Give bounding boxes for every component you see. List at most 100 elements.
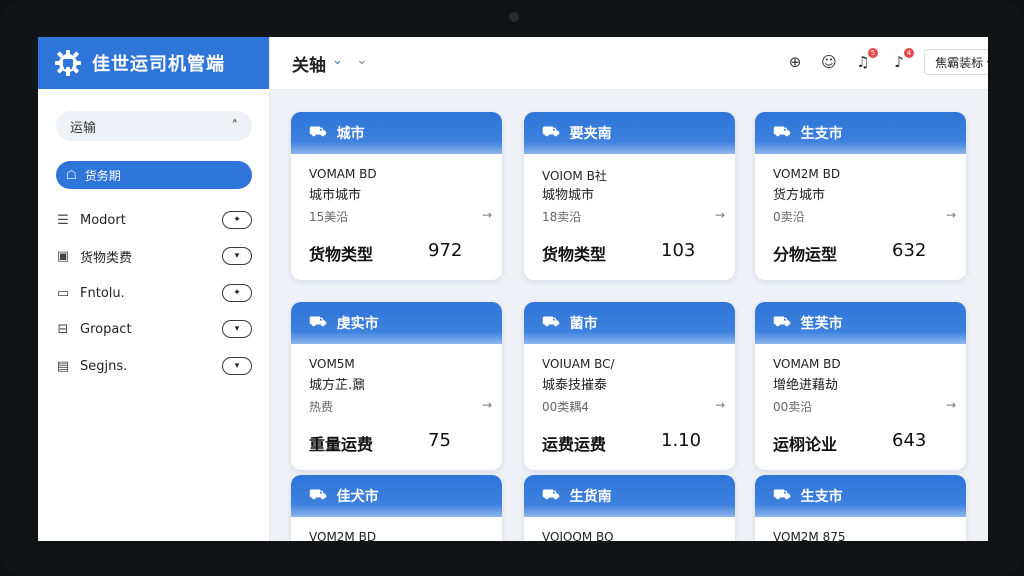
sidebar-toggle[interactable]: ✦ xyxy=(222,211,252,229)
card-detail: 18卖沿 xyxy=(542,210,582,224)
card-route: 城市城市 xyxy=(309,188,362,203)
truck-icon: ⛟ xyxy=(542,124,560,140)
card-metric-label: 货物类型 xyxy=(309,245,374,264)
card-code: VOM2M BD xyxy=(773,167,841,181)
card-detail: 热费 xyxy=(309,400,334,414)
card-title: 要夹南 xyxy=(569,126,612,142)
list-icon: ☰ xyxy=(57,212,69,228)
calendar-icon: ▤ xyxy=(56,358,70,374)
card-title: 生支市 xyxy=(800,489,843,505)
card-header: ⛟ 生支市 xyxy=(755,475,966,517)
shipment-card[interactable]: ⛟生支市VOM2M 875佐市城市 xyxy=(755,475,966,541)
shipment-card[interactable]: ⛟ 虔实市 VOM5M 城方芷.鼐 热费 → 重量运费 75 xyxy=(291,302,502,470)
card-detail: 00类耦4 xyxy=(542,400,589,414)
app-screen: 佳世运司机管端 运输 ˄ ☖ 货务期 ☰ Modort ✦ ▣ 货物类费 ▾ ▭… xyxy=(38,37,988,541)
card-code: VOMAM BD xyxy=(773,357,841,371)
sidebar-toggle[interactable]: ▾ xyxy=(222,357,252,375)
sidebar-item-fntolu[interactable]: ▭ Fntolu. ✦ xyxy=(54,280,252,306)
card-header: ⛟ 佳犬市 xyxy=(291,475,502,517)
sidebar-item-segjns[interactable]: ▤ Segjns. ▾ xyxy=(54,353,252,379)
arrow-right-icon[interactable]: → xyxy=(946,208,956,222)
sidebar-item-gropact[interactable]: ⊟ Gropact ▾ xyxy=(54,316,252,342)
sidebar-toggle[interactable]: ✦ xyxy=(222,284,252,302)
truck-icon: ⛟ xyxy=(309,124,327,140)
sidebar-toggle[interactable]: ▾ xyxy=(222,320,252,338)
card-title: 生支市 xyxy=(800,126,843,142)
shipment-card[interactable]: ⛟ 要夹南 VOIOM B社 城物城市 18卖沿 → 货物类型 103 xyxy=(524,112,735,280)
card-metric-label: 分物运型 xyxy=(773,245,838,264)
top-header: 关轴 ⌄ ⌄ ⊕ ☺ ♫ 5 ♪ 4 焦霸装标 ▾ xyxy=(270,37,988,90)
truck-icon: ⛟ xyxy=(773,487,791,503)
shipment-card[interactable]: ⛟佳犬市VOM2M BD佐市城市 xyxy=(291,475,502,541)
sidebar-item-label: 货物类费 xyxy=(80,250,133,266)
card-metric-value: 1.10 xyxy=(661,430,702,451)
app-title: 佳世运司机管端 xyxy=(92,54,225,75)
brand-bar: 佳世运司机管端 xyxy=(38,37,269,89)
card-metric-label: 重量运费 xyxy=(309,435,374,454)
sidebar-item-label: Segjns. xyxy=(80,358,128,374)
card-route: 城物城市 xyxy=(542,188,595,203)
sidebar-item-label: Fntolu. xyxy=(80,285,125,301)
user-menu-button[interactable]: 焦霸装标 ▾ xyxy=(924,49,988,75)
truck-icon: ⛟ xyxy=(773,124,791,140)
card-code: VOIOM B社 xyxy=(542,169,607,183)
chevron-down-icon[interactable]: ⌄ xyxy=(332,53,343,68)
card-title: 虔实市 xyxy=(336,316,379,332)
notification-icon[interactable]: ♫ 5 xyxy=(854,48,878,71)
sidebar-item-goods[interactable]: ▣ 货物类费 ▾ xyxy=(54,243,252,269)
card-title: 生货南 xyxy=(569,489,612,505)
chevron-down-icon[interactable]: ⌄ xyxy=(356,52,368,68)
card-title: 菌市 xyxy=(569,316,598,332)
card-metric-value: 972 xyxy=(428,240,463,261)
message-icon[interactable]: ♪ 4 xyxy=(890,48,914,71)
arrow-right-icon[interactable]: → xyxy=(946,398,956,412)
shipment-card[interactable]: ⛟ 笙芙市 VOMAM BD 增绝进藉劫 00卖沿 → 运栩论业 643 xyxy=(755,302,966,470)
card-header: ⛟ 生货南 xyxy=(524,475,735,517)
arrow-right-icon[interactable]: → xyxy=(482,208,492,222)
card-route: 城方芷.鼐 xyxy=(309,378,366,393)
shipment-card[interactable]: ⛟ 城市 VOMAM BD 城市城市 15美沿 → 货物类型 972 xyxy=(291,112,502,280)
card-title: 佳犬市 xyxy=(336,489,379,505)
arrow-right-icon[interactable]: → xyxy=(482,398,492,412)
sidebar: 佳世运司机管端 运输 ˄ ☖ 货务期 ☰ Modort ✦ ▣ 货物类费 ▾ ▭… xyxy=(38,37,270,541)
camera-dot xyxy=(509,12,519,22)
card-detail: 15美沿 xyxy=(309,210,349,224)
truck-icon: ⛟ xyxy=(542,314,560,330)
upload-icon[interactable]: ⊕ xyxy=(786,53,804,71)
card-route: 增绝进藉劫 xyxy=(773,378,839,393)
sidebar-item-modort[interactable]: ☰ Modort ✦ xyxy=(54,207,252,233)
page-title: 关轴 xyxy=(292,56,326,76)
card-code: VOM5M xyxy=(309,357,355,371)
smile-icon[interactable]: ☺ xyxy=(820,53,838,71)
category-selector[interactable]: 运输 ˄ xyxy=(56,111,252,141)
card-header: ⛟ 要夹南 xyxy=(524,112,735,154)
truck-icon: ⛟ xyxy=(542,487,560,503)
sidebar-item-active[interactable]: ☖ 货务期 xyxy=(56,161,252,189)
card-code: VOMAM BD xyxy=(309,167,377,181)
sidebar-toggle[interactable]: ▾ xyxy=(222,247,252,265)
card-header: ⛟ 城市 xyxy=(291,112,502,154)
truck-icon: ⛟ xyxy=(309,487,327,503)
card-route: 货方城市 xyxy=(773,188,826,203)
shipment-card[interactable]: ⛟ 生支市 VOM2M BD 货方城市 0卖沿 → 分物运型 632 xyxy=(755,112,966,280)
card-metric-label: 运费运费 xyxy=(542,435,607,454)
card-header: ⛟ 笙芙市 xyxy=(755,302,966,344)
gear-logo-icon xyxy=(55,50,81,76)
folder-icon: ⊟ xyxy=(57,321,69,337)
card-route: 城泰技摧泰 xyxy=(542,378,608,393)
card-code: VOIOOM BO xyxy=(542,530,614,541)
selector-label: 运输 xyxy=(70,120,97,136)
arrow-right-icon[interactable]: → xyxy=(715,208,725,222)
shipment-card[interactable]: ⛟ 菌市 VOIUAM BC/城泰技摧泰 00类耦4 → 运费运费 1.10 xyxy=(524,302,735,470)
shipment-card[interactable]: ⛟生货南VOIOOM BO城泰城市 xyxy=(524,475,735,541)
doc-icon: ☖ xyxy=(66,168,77,182)
sidebar-item-label: Gropact xyxy=(80,321,132,337)
card-metric-label: 运栩论业 xyxy=(773,435,838,454)
arrow-right-icon[interactable]: → xyxy=(715,398,725,412)
tablet-frame: 佳世运司机管端 运输 ˄ ☖ 货务期 ☰ Modort ✦ ▣ 货物类费 ▾ ▭… xyxy=(0,0,1024,576)
card-detail: 0卖沿 xyxy=(773,210,805,224)
message-badge: 4 xyxy=(904,48,914,58)
truck-icon: ⛟ xyxy=(773,314,791,330)
card-header: ⛟ 生支市 xyxy=(755,112,966,154)
sidebar-item-label: Modort xyxy=(80,212,126,228)
